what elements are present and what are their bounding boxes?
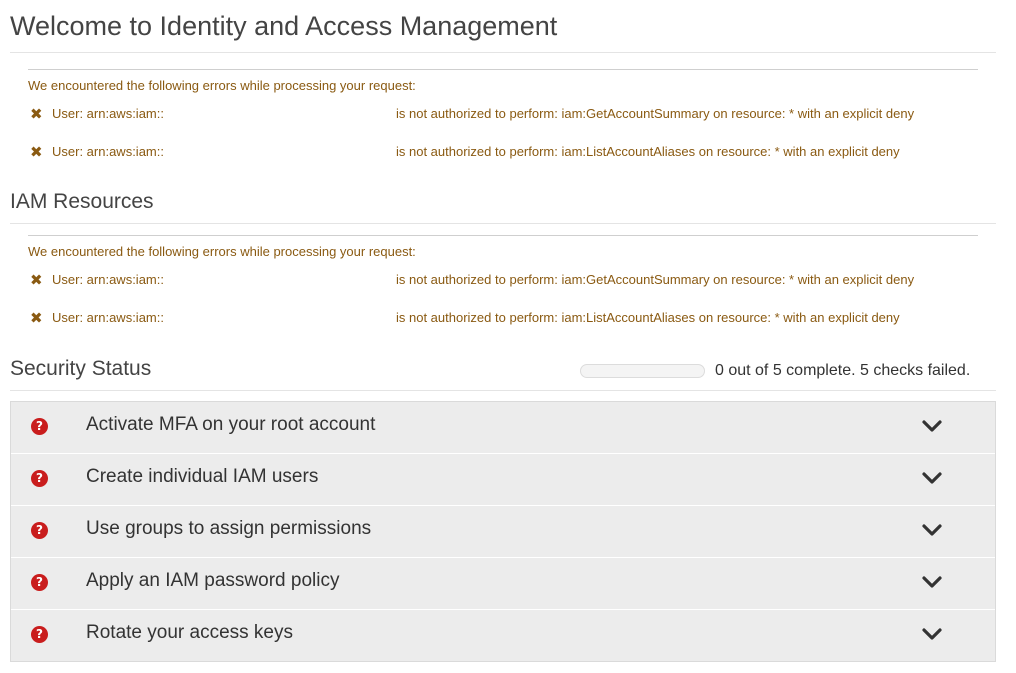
chevron-down-icon[interactable] (921, 470, 943, 486)
security-status-summary: 0 out of 5 complete. 5 checks failed. (715, 362, 971, 379)
cross-icon: ✖ (30, 310, 43, 327)
security-check-iam-users[interactable]: ? Create individual IAM users (11, 454, 995, 506)
error-message: is not authorized to perform: iam:GetAcc… (396, 106, 915, 121)
cross-icon: ✖ (30, 106, 43, 123)
divider (10, 52, 996, 53)
question-circle-icon: ? (31, 626, 48, 643)
error-user: User: arn:aws:iam:: (52, 272, 164, 287)
chevron-down-icon[interactable] (921, 626, 943, 642)
check-label: Use groups to assign permissions (86, 518, 372, 539)
error-message: is not authorized to perform: iam:ListAc… (396, 144, 900, 159)
security-checks-list: ? Activate MFA on your root account ? Cr… (10, 401, 996, 662)
security-check-groups[interactable]: ? Use groups to assign permissions (11, 506, 995, 558)
check-label: Activate MFA on your root account (86, 414, 376, 435)
divider (10, 223, 996, 224)
question-circle-icon: ? (31, 470, 48, 487)
chevron-down-icon[interactable] (921, 574, 943, 590)
divider (10, 390, 996, 391)
chevron-down-icon[interactable] (921, 522, 943, 538)
security-check-password-policy[interactable]: ? Apply an IAM password policy (11, 558, 995, 610)
question-circle-icon: ? (31, 574, 48, 591)
cross-icon: ✖ (30, 144, 43, 161)
error-user: User: arn:aws:iam:: (52, 144, 164, 159)
check-label: Apply an IAM password policy (86, 570, 340, 591)
error-message: is not authorized to perform: iam:GetAcc… (396, 272, 915, 287)
cross-icon: ✖ (30, 272, 43, 289)
question-circle-icon: ? (31, 418, 48, 435)
error-user: User: arn:aws:iam:: (52, 106, 164, 121)
divider (28, 69, 978, 70)
check-label: Create individual IAM users (86, 466, 319, 487)
security-check-mfa[interactable]: ? Activate MFA on your root account (11, 402, 995, 454)
error-user: User: arn:aws:iam:: (52, 310, 164, 325)
error-message: is not authorized to perform: iam:ListAc… (396, 310, 900, 325)
question-circle-icon: ? (31, 522, 48, 539)
check-label: Rotate your access keys (86, 622, 293, 643)
section-heading-iam-resources: IAM Resources (10, 190, 154, 213)
security-progress-bar (580, 364, 705, 378)
error-intro: We encountered the following errors whil… (28, 244, 416, 259)
page-title: Welcome to Identity and Access Managemen… (10, 11, 558, 41)
error-intro: We encountered the following errors whil… (28, 78, 416, 93)
divider (28, 235, 978, 236)
security-check-rotate-keys[interactable]: ? Rotate your access keys (11, 610, 995, 661)
section-heading-security-status: Security Status (10, 357, 152, 380)
chevron-down-icon[interactable] (921, 418, 943, 434)
